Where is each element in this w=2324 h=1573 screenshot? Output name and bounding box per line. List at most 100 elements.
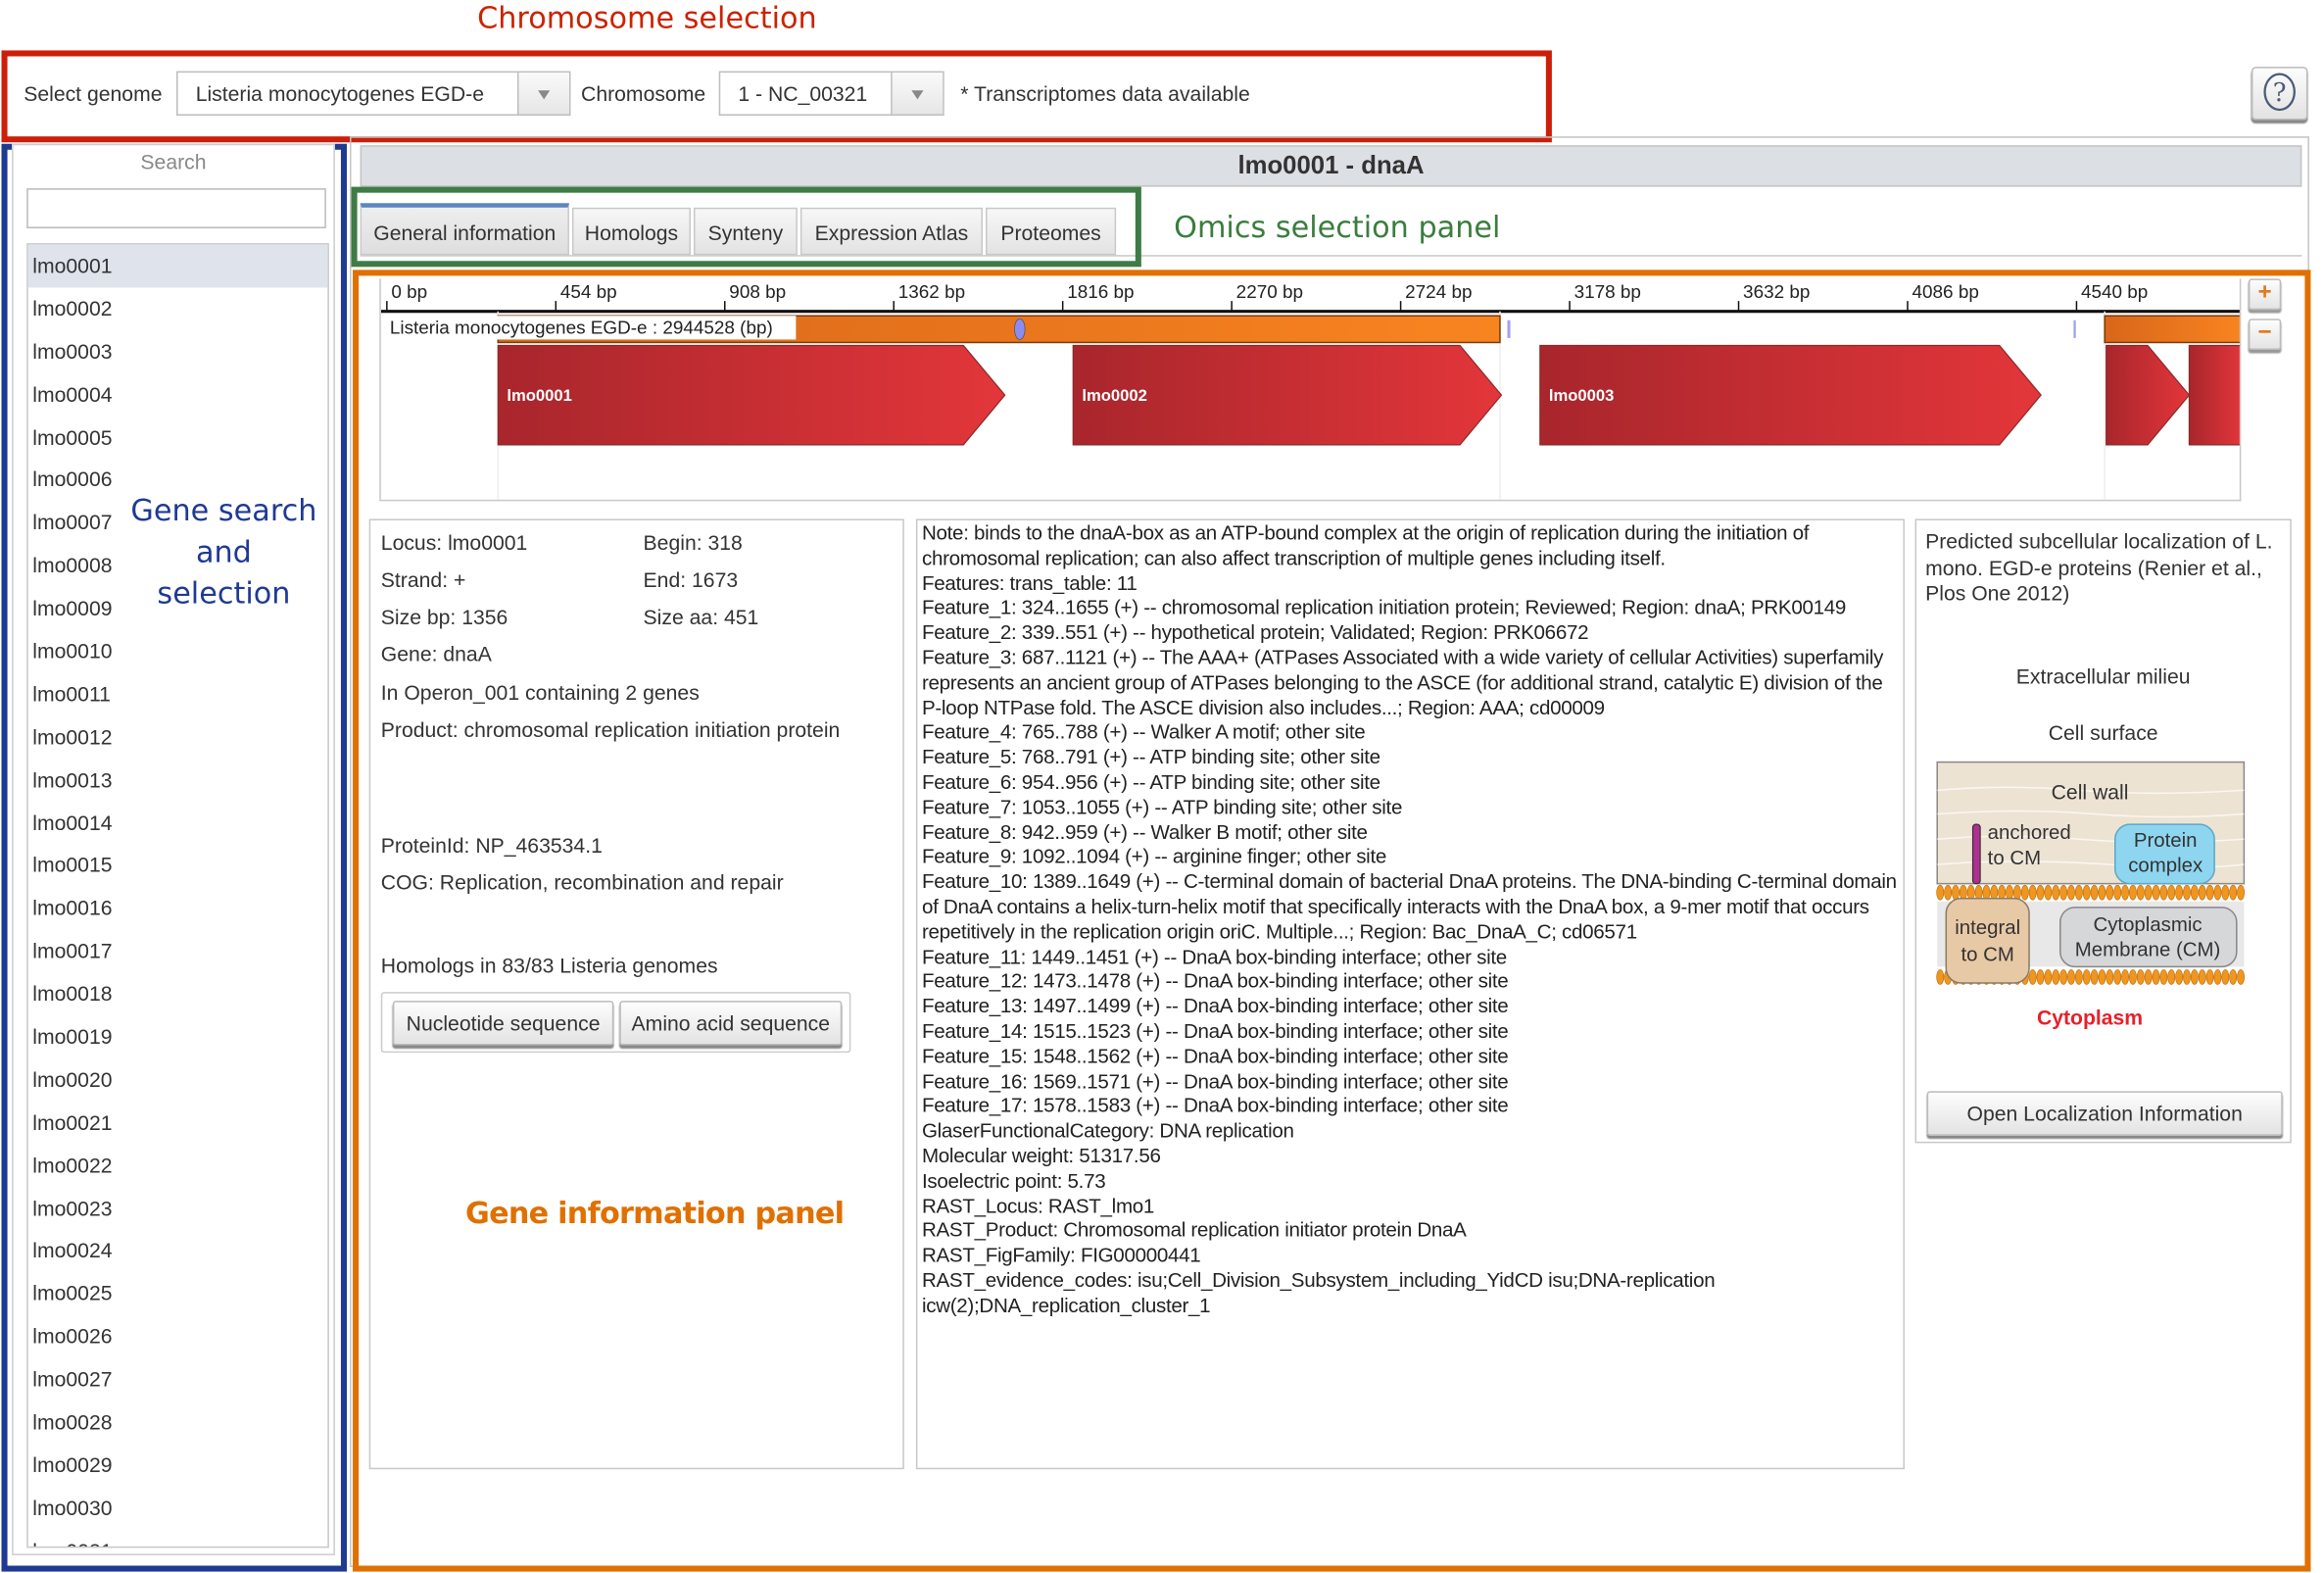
amino-acid-sequence-button[interactable]: Amino acid sequence [619, 1001, 843, 1046]
size-bp-field: Size bp: 1356 [380, 605, 508, 629]
lipid-head [2136, 884, 2145, 901]
lipid-head [1936, 884, 1945, 901]
gene-arrow[interactable] [1539, 344, 2042, 446]
lipid-head [2144, 969, 2153, 985]
note-line: Note: binds to the dnaA-box as an ATP-bo… [921, 521, 1810, 569]
gene-list-item[interactable]: lmo0014 [28, 802, 328, 845]
lipid-head [2152, 969, 2160, 985]
gene-list-item[interactable]: lmo0018 [28, 973, 328, 1016]
gene-list-item[interactable]: lmo0010 [28, 630, 328, 673]
chromosome-select[interactable]: 1 - NC_00321 [718, 71, 944, 116]
lipid-head [2044, 969, 2053, 985]
note-line: Isoelectric point: 5.73 [921, 1169, 1106, 1192]
lipid-head [2167, 969, 2176, 985]
nucleotide-sequence-button[interactable]: Nucleotide sequence [392, 1001, 614, 1046]
note-line: Feature_9: 1092..1094 (+) -- arginine fi… [921, 845, 1387, 868]
gene-arrow[interactable] [497, 344, 1006, 446]
lipid-head [2221, 884, 2230, 901]
gene-arrow[interactable] [2106, 344, 2191, 446]
gene-arrow[interactable] [2188, 344, 2241, 446]
lipid-head [2052, 969, 2060, 985]
gene-list-item[interactable]: lmo0026 [28, 1315, 328, 1358]
genome-select[interactable]: Listeria monocytogenes EGD-e [176, 71, 571, 116]
cytoplasm-label: Cytoplasm [2037, 1007, 2143, 1029]
size-aa-field: Size aa: 451 [643, 605, 759, 629]
gene-list-item[interactable]: lmo0005 [28, 416, 328, 459]
gene-list-item[interactable]: lmo0029 [28, 1444, 328, 1487]
chevron-down-icon[interactable] [516, 73, 569, 115]
gene-list-item[interactable]: lmo0028 [28, 1401, 328, 1445]
lipid-head [2229, 969, 2238, 985]
lipid-head [2090, 969, 2099, 985]
product-field: Product: chromosomal replication initiat… [380, 717, 841, 742]
operon-field: In Operon_001 containing 2 genes [380, 680, 700, 705]
gene-list-item[interactable]: lmo0030 [28, 1487, 328, 1530]
gene-list-item[interactable]: lmo0001 [27, 244, 328, 288]
gene-arrow-label: lmo0001 [507, 386, 572, 405]
lipid-head [2036, 969, 2045, 985]
ruler-tick-label: 454 bp [559, 281, 617, 303]
lipid-head [2183, 969, 2191, 985]
lipid-head [2052, 884, 2060, 901]
gene-list-item[interactable]: lmo0017 [28, 930, 328, 973]
lipid-head [2128, 884, 2137, 901]
cog-field: COG: Replication, recombination and repa… [380, 870, 784, 895]
lipid-head [2167, 884, 2176, 901]
gene-list-item[interactable]: lmo0027 [28, 1358, 328, 1401]
gene-list-item[interactable]: lmo0012 [28, 715, 328, 759]
gene-list-item[interactable]: lmo0015 [28, 844, 328, 887]
promoter-marker[interactable] [1507, 320, 1511, 338]
help-button[interactable]: ? [2251, 67, 2308, 121]
gene-list[interactable]: lmo0001 lmo0002 lmo0003 lmo0004 lmo0005 lmo00… [26, 243, 329, 1548]
chevron-down-icon[interactable] [891, 73, 944, 115]
annotation-line: Gene search [130, 492, 317, 528]
lipid-head [2183, 884, 2191, 901]
gene-list-item[interactable]: lmo0025 [28, 1273, 328, 1316]
operon-bar[interactable] [2104, 315, 2241, 344]
gene-list-item[interactable]: lmo0023 [28, 1187, 328, 1230]
lipid-head [2237, 969, 2245, 985]
gene-list-item[interactable]: lmo0021 [28, 1102, 328, 1145]
lipid-head [2090, 884, 2099, 901]
gene-list-item[interactable]: lmo0011 [28, 673, 328, 716]
promoter-marker[interactable] [1014, 318, 1026, 340]
gene-list-item[interactable]: lmo0024 [28, 1230, 328, 1273]
chromosome-label: Chromosome [581, 81, 706, 106]
genome-select-value: Listeria monocytogenes EGD-e [195, 81, 485, 106]
note-line: Feature_1: 324..1655 (+) -- chromosomal … [921, 596, 1847, 619]
cell-wall-label: Cell wall [2052, 781, 2129, 804]
note-line: Feature_17: 1578..1583 (+) -- DnaA box-b… [921, 1094, 1509, 1117]
gene-list-item[interactable]: lmo0022 [28, 1144, 328, 1187]
ruler-tick-label: 3178 bp [1574, 281, 1641, 303]
zoom-in-button[interactable]: + [2248, 278, 2282, 311]
integral-region [1945, 898, 2030, 984]
gene-search-input[interactable] [26, 188, 326, 228]
annotation-box-omics [351, 186, 1141, 268]
open-localization-button[interactable]: Open Localization Information [1926, 1091, 2283, 1136]
lipid-head [1936, 969, 1945, 985]
zoom-out-button[interactable]: − [2248, 319, 2282, 351]
gene-name-field: Gene: dnaA [380, 642, 492, 666]
note-line: Feature_5: 768..791 (+) -- ATP binding s… [921, 746, 1380, 768]
genome-viewer[interactable]: Listeria monocytogenes EGD-e : 2944528 (… [379, 278, 2242, 502]
annotation-gene-search: Gene search and selection [127, 489, 320, 614]
lipid-head [2098, 884, 2106, 901]
lipid-head [2121, 969, 2129, 985]
gene-list-item[interactable]: lmo0002 [28, 287, 328, 330]
localization-description: Predicted subcellular localization of L.… [1925, 529, 2273, 606]
protein-complex-label-1: Protein [2134, 830, 2198, 852]
gene-list-item[interactable]: lmo0013 [28, 759, 328, 802]
localization-panel: Predicted subcellular localization of L.… [1914, 518, 2292, 1144]
gene-list-item[interactable]: lmo0019 [28, 1015, 328, 1058]
lipid-head [2205, 969, 2214, 985]
note-line: RAST_evidence_codes: isu;Cell_Division_S… [921, 1268, 1716, 1316]
gene-list-item[interactable]: lmo0031 [28, 1530, 328, 1547]
lipid-head [2213, 969, 2222, 985]
gene-list-item[interactable]: lmo0020 [28, 1058, 328, 1102]
gene-list-item[interactable]: lmo0004 [28, 373, 328, 417]
genome-track-svg[interactable]: Listeria monocytogenes EGD-e : 2944528 (… [380, 278, 2242, 501]
integral-label-1: integral [1955, 917, 2020, 939]
gene-list-item[interactable]: lmo0016 [28, 887, 328, 930]
promoter-marker[interactable] [2073, 320, 2076, 338]
gene-list-item[interactable]: lmo0003 [28, 330, 328, 373]
